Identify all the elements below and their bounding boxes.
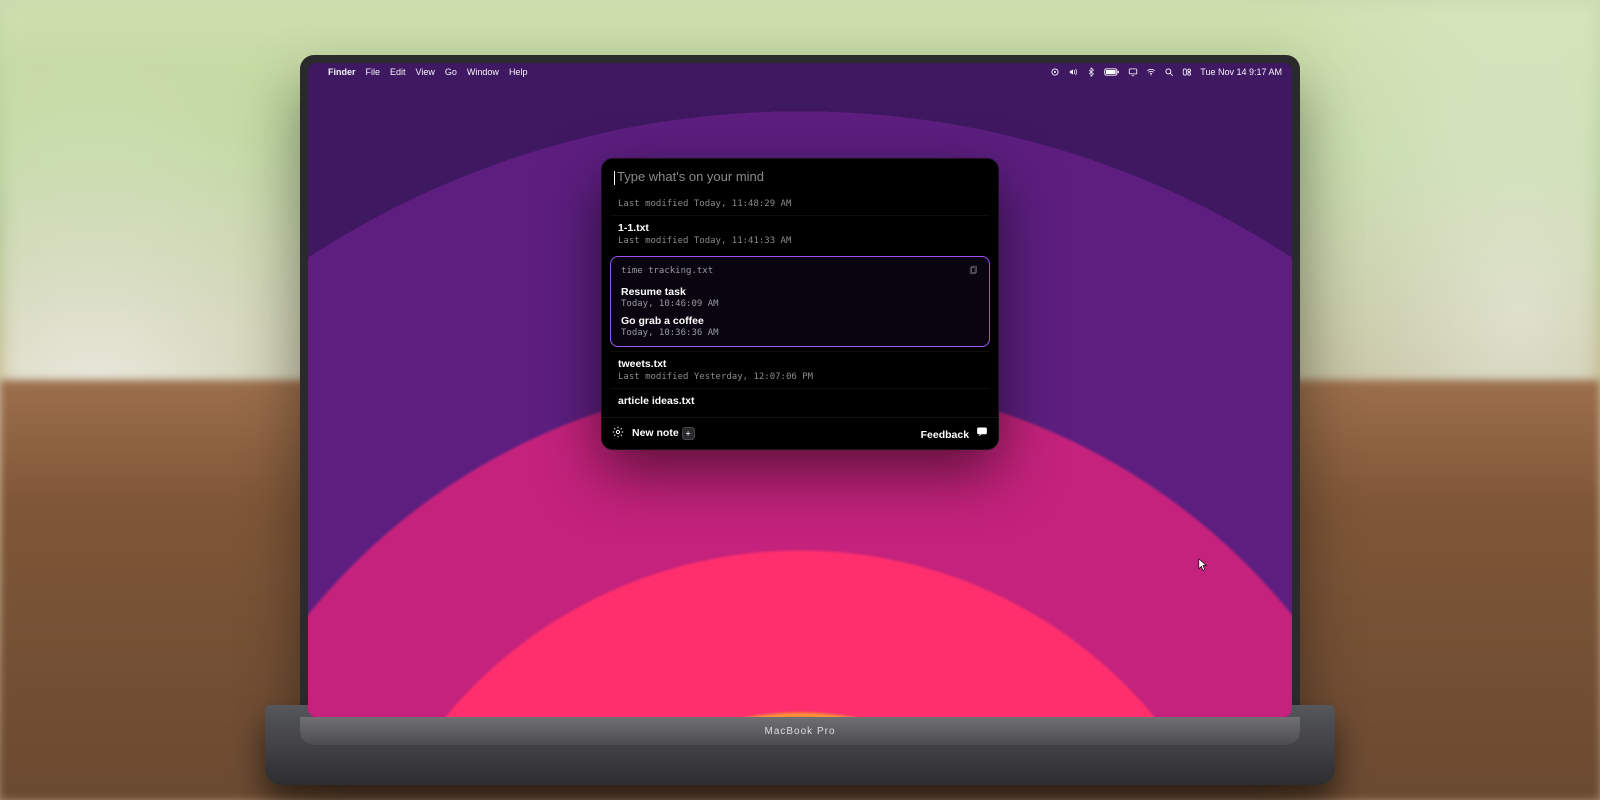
- entry-date: Today, 10:36:36 AM: [621, 328, 979, 338]
- laptop-model-label: MacBook Pro: [764, 726, 835, 737]
- menubar-item-edit[interactable]: Edit: [390, 67, 406, 77]
- chat-icon: [976, 426, 988, 438]
- menubar-item-file[interactable]: File: [366, 67, 381, 77]
- target-icon[interactable]: [1050, 67, 1060, 77]
- selected-file-name: time tracking.txt: [621, 266, 713, 276]
- list-item[interactable]: 1-1.txt Last modified Today, 11:41:33 AM: [610, 215, 990, 252]
- new-note-button[interactable]: New note +: [632, 427, 695, 440]
- desktop-wallpaper: Finder File Edit View Go Window Help: [308, 63, 1292, 717]
- popover-footer: New note + Feedback: [602, 417, 998, 449]
- laptop-chin: MacBook Pro: [300, 717, 1300, 745]
- laptop-frame: Finder File Edit View Go Window Help: [300, 55, 1300, 745]
- menubar-item-go[interactable]: Go: [445, 67, 457, 77]
- new-note-shortcut-key: +: [682, 427, 695, 440]
- list-item[interactable]: tweets.txt Last modified Yesterday, 12:0…: [610, 351, 990, 388]
- search-input[interactable]: Type what's on your mind: [602, 159, 998, 191]
- list-item-subtitle: Last modified Today, 11:41:33 AM: [618, 236, 982, 246]
- menubar-app-name[interactable]: Finder: [328, 67, 356, 77]
- list-item-title: 1-1.txt: [618, 222, 982, 234]
- bluetooth-icon[interactable]: [1086, 67, 1096, 77]
- list-item-subtitle: Last modified Today, 11:48:29 AM: [618, 199, 982, 209]
- entry-title: Go grab a coffee: [621, 315, 979, 327]
- text-cursor: [614, 171, 615, 185]
- search-placeholder: Type what's on your mind: [617, 169, 764, 184]
- duplicate-icon[interactable]: [969, 265, 979, 278]
- menubar-item-help[interactable]: Help: [509, 67, 528, 77]
- feedback-label: Feedback: [921, 429, 969, 441]
- notes-list: Last modified Today, 11:48:29 AM 1-1.txt…: [602, 191, 998, 417]
- menubar-item-view[interactable]: View: [416, 67, 435, 77]
- macos-menu-bar: Finder File Edit View Go Window Help: [308, 63, 1292, 81]
- mouse-cursor-icon: [1198, 558, 1208, 572]
- list-item-title: tweets.txt: [618, 358, 982, 370]
- volume-icon[interactable]: [1068, 67, 1078, 77]
- wifi-icon[interactable]: [1146, 67, 1156, 77]
- feedback-button[interactable]: Feedback: [921, 426, 988, 441]
- laptop-screen-bezel: Finder File Edit View Go Window Help: [308, 63, 1292, 717]
- search-icon[interactable]: [1164, 67, 1174, 77]
- list-item-selected[interactable]: time tracking.txt Resume task Today, 10:…: [610, 256, 990, 347]
- new-note-label: New note: [632, 427, 679, 439]
- settings-button[interactable]: [612, 426, 624, 441]
- menubar-clock[interactable]: Tue Nov 14 9:17 AM: [1200, 67, 1282, 77]
- list-item-subtitle: Last modified Yesterday, 12:07:06 PM: [618, 372, 982, 382]
- entry-date: Today, 10:46:09 AM: [621, 299, 979, 309]
- list-item[interactable]: Last modified Today, 11:48:29 AM: [610, 191, 990, 215]
- list-item-title: article ideas.txt: [618, 395, 982, 407]
- note-entry[interactable]: Resume task Today, 10:46:09 AM: [621, 286, 979, 309]
- control-center-icon[interactable]: [1182, 67, 1192, 77]
- entry-title: Resume task: [621, 286, 979, 298]
- list-item[interactable]: article ideas.txt: [610, 388, 990, 417]
- note-entry[interactable]: Go grab a coffee Today, 10:36:36 AM: [621, 315, 979, 338]
- battery-icon[interactable]: [1104, 67, 1120, 77]
- menubar-item-window[interactable]: Window: [467, 67, 499, 77]
- screen-mirror-icon[interactable]: [1128, 67, 1138, 77]
- quick-notes-popover: Type what's on your mind Last modified T…: [601, 158, 999, 450]
